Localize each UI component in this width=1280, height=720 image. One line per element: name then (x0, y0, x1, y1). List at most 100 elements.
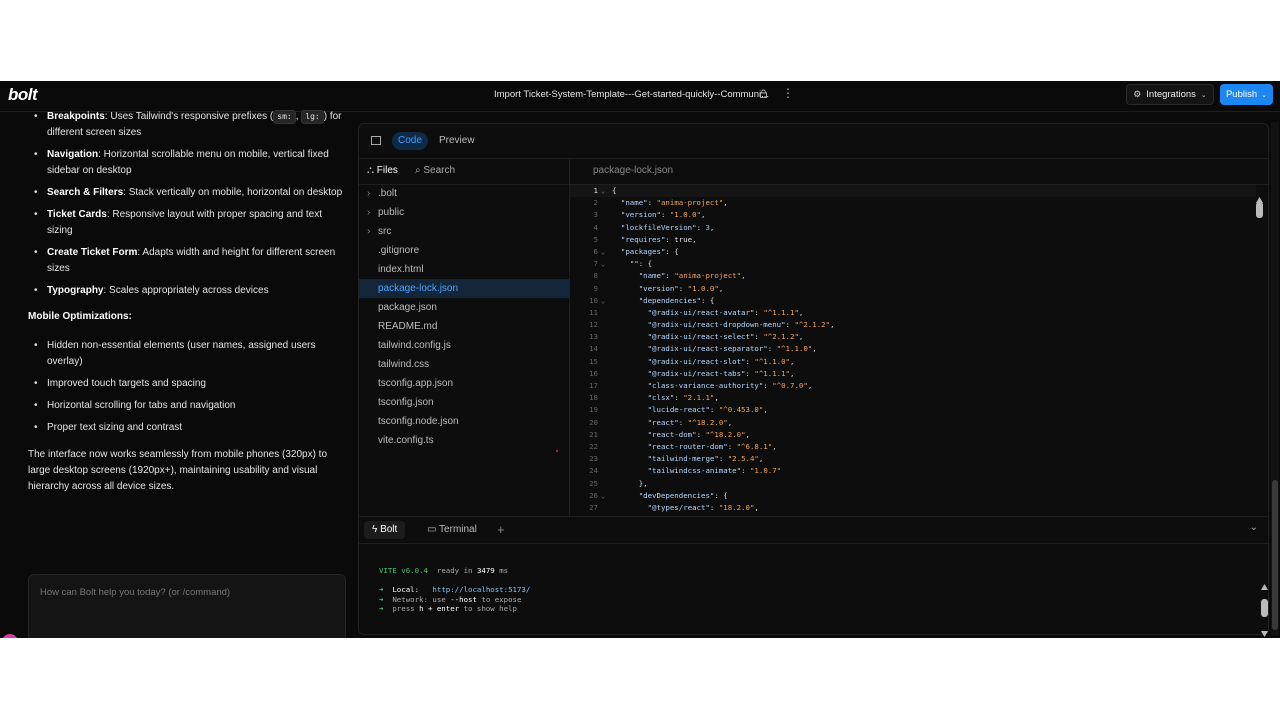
bolt-tab-label: Bolt (380, 524, 398, 535)
bolt-logo[interactable]: bolt (8, 85, 38, 105)
tree-file[interactable]: index.html (359, 260, 569, 279)
scroll-up-icon[interactable] (1261, 577, 1268, 595)
integrations-button[interactable]: ⚙ Integrations ⌄ (1126, 84, 1214, 105)
fold-chevron-icon[interactable]: ⌄ (601, 490, 605, 502)
code-line[interactable]: 12 "@radix-ui/react-dropdown-menu": "^2.… (570, 319, 1256, 331)
tab-terminal[interactable]: ▭ Terminal (427, 521, 477, 539)
code-text: "react-router-dom": "^6.8.1", (647, 441, 777, 451)
line-number: 9 (593, 283, 598, 293)
tree-file[interactable]: README.md (359, 317, 569, 336)
network-text: to expose (476, 594, 522, 604)
fold-chevron-icon[interactable]: ⌄ (601, 258, 605, 270)
chat-input-placeholder: How can Bolt help you today? (or /comman… (40, 587, 231, 598)
code-line[interactable]: 1 ⌄ { (570, 185, 1256, 198)
tree-file[interactable]: package-lock.json (359, 279, 569, 298)
local-label: Local: (392, 585, 420, 595)
tree-file[interactable]: tailwind.config.js (359, 336, 569, 355)
code-line[interactable]: 5 "requires": true, (570, 234, 1256, 246)
editor-scrollbar[interactable] (1256, 202, 1263, 218)
section-heading: Mobile Optimizations: (28, 311, 132, 322)
code-line[interactable]: 14 "@radix-ui/react-separator": "^1.1.0"… (570, 343, 1256, 355)
project-title[interactable]: Import Ticket-System-Template---Get-star… (494, 89, 769, 100)
line-number: 2 (593, 198, 598, 208)
tree-folder[interactable]: src (359, 222, 569, 241)
code-text: "name": "anima-project", (620, 198, 728, 208)
code-line[interactable]: 17 "class-variance-authority": "^0.7.0", (570, 380, 1256, 392)
line-number: 5 (593, 234, 598, 244)
code-line[interactable]: 7 ⌄ "": { (570, 258, 1256, 270)
list-item: Search & Filters: Stack vertically on mo… (34, 185, 347, 201)
line-number: 12 (589, 320, 598, 330)
avatar[interactable]: H (2, 634, 18, 638)
chat-panel: Breakpoints: Uses Tailwind's responsive … (0, 109, 356, 638)
tree-file[interactable]: tsconfig.node.json (359, 412, 569, 431)
code-line[interactable]: 22 "react-router-dom": "^6.8.1", (570, 441, 1256, 453)
bullet-text: : Uses Tailwind's responsive prefixes ( (104, 111, 274, 122)
code-line[interactable]: 20 "react": "^18.2.0", (570, 417, 1256, 429)
code-text: "@radix-ui/react-slot": "^1.1.0", (647, 356, 795, 366)
code-line[interactable]: 25 }, (570, 478, 1256, 490)
code-line[interactable]: 4 "lockfileVersion": 3, (570, 222, 1256, 234)
more-options-icon[interactable]: ⋮ (782, 86, 794, 100)
code-line[interactable]: 18 "clsx": "2.1.1", (570, 392, 1256, 404)
publish-button[interactable]: Publish ⌄ (1220, 84, 1273, 105)
line-number: 27 (589, 502, 598, 512)
panel-toggle-icon[interactable] (371, 136, 381, 145)
code-line[interactable]: 9 "version": "1.0.0", (570, 283, 1256, 295)
tree-file[interactable]: package.json (359, 298, 569, 317)
line-number: 17 (589, 381, 598, 390)
code-editor[interactable]: 1 ⌄{2 "name": "anima-project", 3 "version"… (570, 185, 1256, 515)
tree-file[interactable]: tsconfig.json (359, 393, 569, 412)
page-scrollbar[interactable] (1272, 480, 1278, 630)
fold-chevron-icon[interactable]: ⌄ (601, 246, 605, 258)
press-text: to show help (459, 604, 517, 614)
code-line[interactable]: 23 "tailwind-merge": "2.5.4", (570, 453, 1256, 465)
local-url[interactable]: http://localhost:5173/ (432, 585, 530, 594)
code-line[interactable]: 15 "@radix-ui/react-slot": "^1.1.0", (570, 356, 1256, 368)
code-line[interactable]: 13 "@radix-ui/react-select": "^2.1.2", (570, 331, 1256, 343)
code-line[interactable]: 26 ⌄ "devDependencies": { (570, 490, 1256, 502)
tab-search[interactable]: ⌕ Search (415, 165, 455, 176)
press-key: h + enter (419, 604, 460, 614)
code-line[interactable]: 21 "react-dom": "^18.2.0", (570, 429, 1256, 441)
terminal-scrollbar[interactable] (1261, 599, 1268, 617)
search-label: Search (423, 165, 456, 176)
code-line[interactable]: 2 "name": "anima-project", (570, 197, 1256, 209)
tree-file[interactable]: tsconfig.app.json (359, 374, 569, 393)
scroll-up-icon[interactable] (1256, 190, 1263, 203)
code-line[interactable]: 16 "@radix-ui/react-tabs": "^1.1.1", (570, 368, 1256, 380)
scroll-down-icon[interactable] (1261, 624, 1268, 638)
tab-preview[interactable]: Preview (439, 132, 475, 150)
add-terminal-icon[interactable]: + (497, 521, 505, 539)
code-line[interactable]: 24 "tailwindcss-animate": "1.0.7" (570, 465, 1256, 477)
line-number: 18 (589, 393, 598, 403)
fold-chevron-icon[interactable]: ⌄ (601, 185, 605, 197)
tree-folder[interactable]: public (359, 203, 569, 222)
code-text: "tailwind-merge": "2.5.4", (647, 454, 764, 464)
fold-chevron-icon[interactable]: ⌄ (601, 295, 605, 307)
tab-code[interactable]: Code (392, 132, 428, 150)
tree-folder[interactable]: .bolt (359, 184, 569, 203)
summary-paragraph: The interface now works seamlessly from … (28, 449, 328, 492)
bullet-text: : Scales appropriately across devices (103, 285, 269, 296)
tree-file[interactable]: .gitignore (359, 241, 569, 260)
tree-file[interactable]: tailwind.css (359, 355, 569, 374)
code-text: "@radix-ui/react-tabs": "^1.1.1", (647, 368, 795, 378)
code-line[interactable]: 10 ⌄ "dependencies": { (570, 295, 1256, 307)
code-line[interactable]: 11 "@radix-ui/react-avatar": "^1.1.1", (570, 307, 1256, 319)
line-number: 15 (589, 356, 598, 366)
code-line[interactable]: 27 "@types/react": "18.2.0", (570, 502, 1256, 514)
code-line[interactable]: 8 "name": "anima-project", (570, 270, 1256, 282)
open-file-name: package-lock.json (593, 165, 674, 176)
tree-file[interactable]: vite.config.ts (359, 431, 569, 450)
code-line[interactable]: 3 "version": "1.0.0", (570, 209, 1256, 221)
code-line[interactable]: 19 "lucide-react": "^0.453.0", (570, 404, 1256, 416)
file-explorer-header: ⛬ Files ⌕ Search (359, 158, 569, 185)
tab-bolt-terminal[interactable]: ϟ Bolt (364, 521, 406, 539)
code-text: "version": "1.0.0", (638, 283, 724, 293)
chevron-down-icon[interactable]: ⌄ (1250, 522, 1258, 533)
line-number: 3 (593, 210, 598, 220)
code-line[interactable]: 6 ⌄ "packages": { (570, 246, 1256, 258)
tab-files[interactable]: ⛬ Files (367, 165, 398, 176)
chat-input[interactable]: How can Bolt help you today? (or /comman… (28, 574, 346, 638)
